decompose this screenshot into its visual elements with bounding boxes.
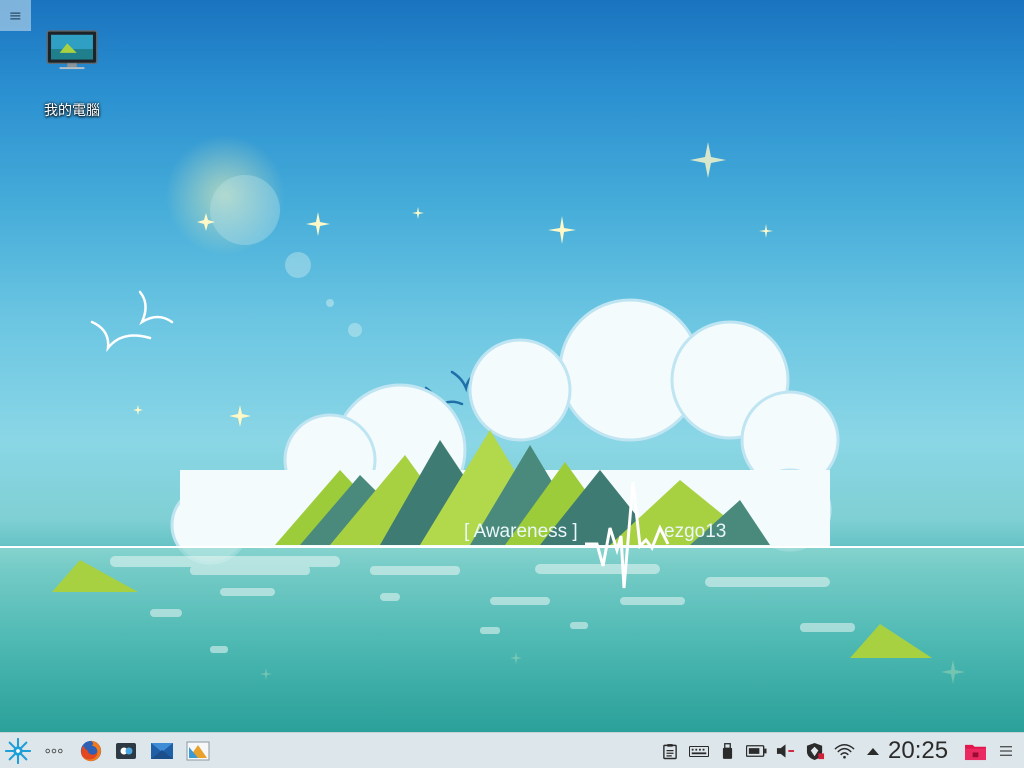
security-shield-icon bbox=[806, 742, 824, 760]
tray-expand-button[interactable] bbox=[864, 737, 882, 765]
desktop-icon-label: 我的電腦 bbox=[44, 103, 100, 119]
desktop-icon-my-computer[interactable]: 我的電腦 bbox=[30, 30, 114, 120]
wifi-tray[interactable] bbox=[832, 737, 856, 765]
folder-icon bbox=[964, 744, 986, 760]
battery-icon bbox=[745, 745, 767, 757]
mail-launcher[interactable] bbox=[149, 737, 175, 765]
wifi-icon bbox=[833, 744, 855, 759]
white-birds bbox=[90, 290, 174, 353]
panel-menu-icon bbox=[1000, 746, 1012, 756]
volume-muted-icon bbox=[776, 744, 794, 758]
usb-device-tray[interactable] bbox=[718, 737, 736, 765]
keyboard-tray[interactable] bbox=[688, 737, 710, 765]
screen-capture-icon bbox=[116, 743, 136, 759]
wallpaper-caption-left: [ Awareness ] bbox=[464, 521, 578, 542]
firefox-launcher[interactable] bbox=[78, 737, 104, 765]
clipboard-tray[interactable] bbox=[660, 737, 680, 765]
volume-tray[interactable] bbox=[774, 737, 796, 765]
kde-star-launcher-icon bbox=[5, 738, 31, 764]
desktop: [ Awareness ] ezgo13 ≡ 我的電腦 bbox=[0, 0, 1024, 732]
wallpaper-caption-right: ezgo13 bbox=[664, 521, 726, 542]
keyboard-icon bbox=[689, 745, 709, 757]
desktop-menu-button[interactable]: ≡ bbox=[0, 0, 31, 31]
computer-monitor-icon bbox=[46, 30, 98, 70]
app-icon bbox=[186, 741, 210, 761]
app-launcher-5[interactable] bbox=[185, 737, 211, 765]
security-tray[interactable] bbox=[804, 737, 826, 765]
folder-button[interactable] bbox=[962, 737, 988, 765]
hamburger-icon: ≡ bbox=[8, 6, 23, 25]
taskbar: 20:25 bbox=[0, 732, 1024, 768]
mail-icon bbox=[151, 743, 173, 759]
more-apps-icon bbox=[45, 748, 63, 754]
firefox-icon bbox=[80, 740, 102, 762]
screen-capture-launcher[interactable] bbox=[114, 737, 138, 765]
application-launcher[interactable] bbox=[4, 737, 32, 765]
panel-menu-button[interactable] bbox=[994, 737, 1018, 765]
wallpaper: [ Awareness ] ezgo13 bbox=[0, 135, 1024, 732]
clock[interactable]: 20:25 bbox=[888, 736, 948, 766]
usb-device-icon bbox=[722, 742, 732, 759]
battery-tray[interactable] bbox=[744, 737, 768, 765]
more-apps-button[interactable] bbox=[42, 737, 66, 765]
tray-expand-arrow-icon bbox=[867, 748, 879, 755]
clipboard-icon bbox=[663, 743, 677, 759]
